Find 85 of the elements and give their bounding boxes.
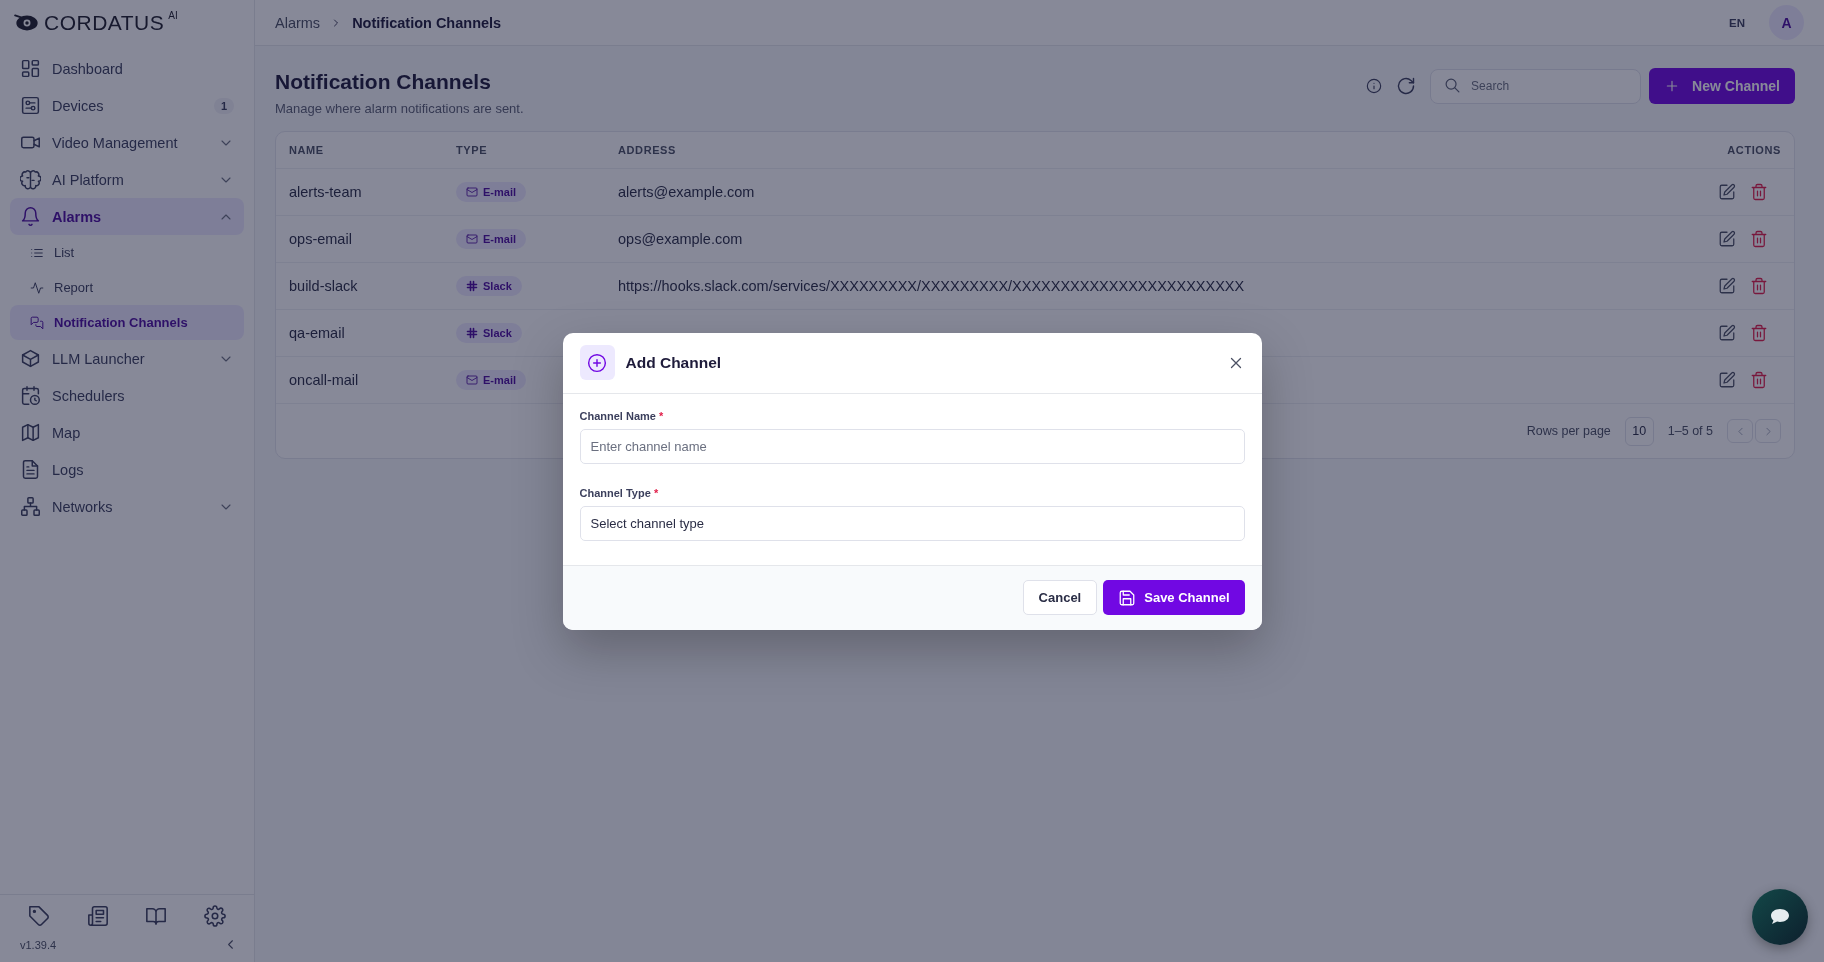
info-icon[interactable]: [1366, 78, 1383, 94]
devices-icon: [20, 95, 41, 116]
table-cell-text: https://hooks.slack.com/services/XXXXXXXXX/XXXXXXXXX/XXXXXXXXXXXXXXXXXXXXXXXX: [618, 278, 1246, 294]
input-field[interactable]: Enter channel name: [579, 428, 1245, 464]
calendar-clock-icon: [20, 385, 41, 406]
tag-icon[interactable]: [28, 905, 50, 927]
type-badge: E-mail: [456, 229, 526, 249]
trash-icon[interactable]: [1750, 230, 1768, 248]
sidebar-item[interactable]: Networks: [10, 488, 244, 525]
table-cell-text: ops@example.com: [618, 231, 744, 247]
count-badge: 1: [213, 97, 234, 114]
box-icon: [20, 348, 41, 369]
rows-per-page-select[interactable]: 10: [1624, 416, 1654, 446]
save-button[interactable]: Save Channel: [1103, 580, 1245, 615]
envelope-icon: [466, 186, 478, 198]
edit-icon[interactable]: [1718, 277, 1736, 295]
refresh-icon[interactable]: [1396, 76, 1417, 96]
rows-per-page-label: Rows per page: [1526, 424, 1611, 438]
edit-icon[interactable]: [1718, 371, 1736, 389]
network-icon: [20, 496, 41, 517]
column-header: ACTIONS: [1726, 144, 1782, 156]
table-cell-text: alerts@example.com: [618, 184, 756, 200]
trash-icon[interactable]: [1750, 371, 1768, 389]
table-cell-text: oncall-mail: [289, 372, 360, 388]
sidebar-item[interactable]: Schedulers: [10, 377, 244, 414]
version-label: v1.39.4: [19, 938, 57, 951]
table-cell-text: build-slack: [289, 278, 359, 294]
newspaper-icon[interactable]: [86, 905, 109, 927]
edit-icon[interactable]: [1718, 324, 1736, 342]
bell-icon: [20, 206, 41, 227]
trash-icon[interactable]: [1750, 324, 1768, 342]
type-badge: E-mail: [456, 370, 526, 390]
brand-name: CORDATUS: [44, 11, 165, 35]
map-icon: [20, 422, 41, 443]
table-cell-text: ops-email: [289, 231, 353, 247]
trash-icon[interactable]: [1750, 277, 1768, 295]
hash-icon: [466, 327, 478, 339]
field-label: Channel Name *: [579, 409, 665, 422]
envelope-icon: [466, 374, 478, 386]
dialog-title: Add Channel: [625, 353, 723, 372]
pulse-icon: [30, 280, 44, 295]
edit-icon[interactable]: [1718, 183, 1736, 201]
breadcrumb-link[interactable]: Alarms: [275, 14, 321, 31]
search-field[interactable]: Search: [1430, 68, 1642, 104]
sidebar-subitem[interactable]: Report: [10, 270, 244, 305]
sidebar-subitem[interactable]: Notification Channels: [10, 305, 244, 340]
type-badge: Slack: [456, 276, 522, 296]
sidebar-item[interactable]: Devices 1: [10, 87, 244, 124]
page-range: 1–5 of 5: [1667, 424, 1713, 438]
column-header: NAME: [289, 144, 325, 156]
dashboard-icon: [20, 58, 41, 79]
table-cell-text: qa-email: [289, 325, 346, 341]
search-icon: [1444, 76, 1462, 94]
type-badge: E-mail: [456, 182, 526, 202]
language-code[interactable]: EN: [1729, 16, 1745, 29]
select-field[interactable]: Select channel type: [579, 505, 1245, 541]
brain-icon: [20, 169, 41, 190]
field-label: Channel Type *: [579, 486, 660, 499]
sidebar-item[interactable]: AI Platform: [10, 161, 244, 198]
column-header: TYPE: [456, 144, 489, 156]
breadcrumb-current: Notification Channels: [352, 14, 502, 31]
sidebar-subitem[interactable]: List: [10, 235, 244, 270]
trash-icon[interactable]: [1750, 183, 1768, 201]
cancel-button[interactable]: Cancel: [1022, 580, 1098, 615]
new-channel-button[interactable]: New Channel: [1649, 68, 1795, 104]
sidebar-item[interactable]: Map: [10, 414, 244, 451]
user-avatar[interactable]: A: [1769, 5, 1804, 40]
page-title: Notification Channels: [275, 70, 492, 94]
sidebar-item[interactable]: Video Management: [10, 124, 244, 161]
hash-icon: [466, 280, 478, 292]
sidebar-item[interactable]: LLM Launcher: [10, 340, 244, 377]
settings-icon[interactable]: [203, 905, 226, 927]
sidebar-item[interactable]: Dashboard: [10, 50, 244, 87]
document-icon: [20, 459, 41, 480]
envelope-icon: [466, 233, 478, 245]
brand-suffix: AI: [168, 10, 178, 21]
page-subtitle: Manage where alarm notifications are sent.: [275, 101, 524, 116]
chat-icon: [30, 315, 44, 330]
edit-icon[interactable]: [1718, 230, 1736, 248]
column-header: ADDRESS: [618, 144, 677, 156]
type-badge: Slack: [456, 323, 522, 343]
book-icon[interactable]: [145, 905, 168, 927]
sidebar-item[interactable]: Alarms: [10, 198, 244, 235]
table-cell-text: alerts-team: [289, 184, 363, 200]
sidebar-item[interactable]: Logs: [10, 451, 244, 488]
